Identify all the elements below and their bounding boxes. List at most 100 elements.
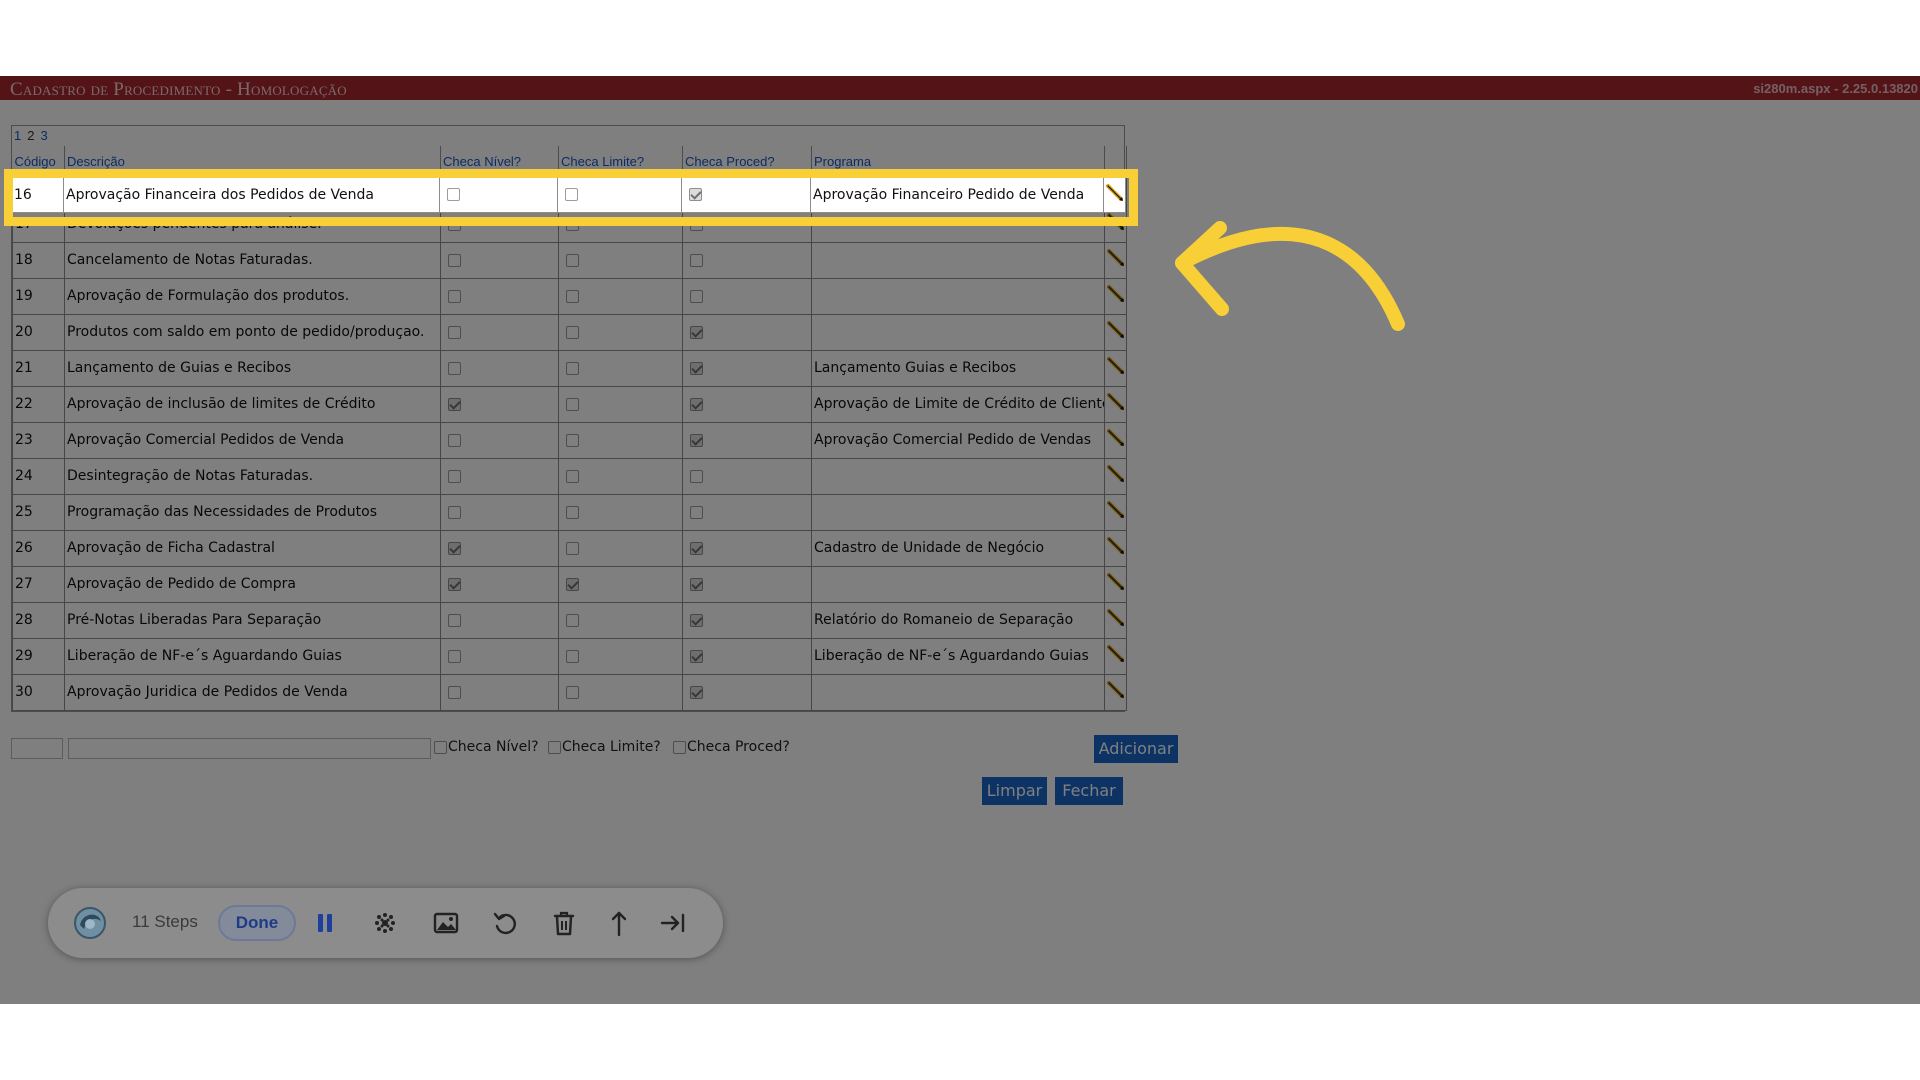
page-link-3[interactable]: 3: [40, 128, 47, 143]
table-row[interactable]: 28 Pré-Notas Liberadas Para Separação Rela…: [12, 601, 1127, 639]
table-row[interactable]: 19 Aprovação de Formulação dos produtos.: [12, 277, 1127, 315]
codigo-input[interactable]: [11, 738, 63, 759]
table-row[interactable]: 18 Cancelamento de Notas Faturadas.: [12, 241, 1127, 279]
row-checkbox[interactable]: [566, 361, 579, 375]
checa-limite-checkbox[interactable]: Checa Limite?: [548, 739, 661, 755]
table-row[interactable]: 22 Aprovação de inclusão de limites de Cr…: [12, 385, 1127, 423]
row-checkbox[interactable]: [690, 469, 703, 483]
table-row[interactable]: 27 Aprovação de Pedido de Compra: [12, 565, 1127, 603]
checkbox-box[interactable]: [548, 740, 561, 754]
row-checkbox[interactable]: [448, 649, 461, 663]
checa-nivel-checkbox[interactable]: Checa Nível?: [434, 739, 539, 755]
edit-button[interactable]: [1104, 241, 1127, 279]
row-checkbox[interactable]: [566, 649, 579, 663]
row-checkbox[interactable]: [566, 433, 579, 447]
column-checa-limite[interactable]: Checa Limite?: [558, 146, 683, 170]
column-programa[interactable]: Programa: [811, 146, 1105, 170]
edit-button[interactable]: [1104, 673, 1127, 711]
checkbox-box[interactable]: [673, 740, 686, 754]
row-checkbox[interactable]: [566, 577, 579, 591]
adicionar-button[interactable]: Adicionar: [1094, 735, 1178, 763]
row-checkbox[interactable]: [690, 253, 703, 267]
row-checkbox[interactable]: [690, 649, 703, 663]
table-row[interactable]: 20 Produtos com saldo em ponto de pedido/…: [12, 313, 1127, 351]
row-checkbox[interactable]: [448, 361, 461, 375]
table-row[interactable]: 30 Aprovação Juridica de Pedidos de Venda: [12, 673, 1127, 711]
edit-button[interactable]: [1104, 601, 1127, 639]
edit-button[interactable]: [1104, 277, 1127, 315]
column-checa-nivel[interactable]: Checa Nível?: [440, 146, 559, 170]
table-row[interactable]: 23 Aprovação Comercial Pedidos de Venda Ap…: [12, 421, 1127, 459]
fechar-button[interactable]: Fechar: [1055, 777, 1123, 805]
row-checkbox[interactable]: [690, 541, 703, 555]
edit-button[interactable]: [1104, 313, 1127, 351]
undo-icon[interactable]: [490, 908, 520, 938]
edit-button[interactable]: [1104, 529, 1127, 567]
cell-programa: Lançamento Guias e Recibos: [811, 349, 1105, 387]
done-button[interactable]: Done: [218, 905, 296, 941]
row-checkbox[interactable]: [448, 469, 461, 483]
image-icon[interactable]: [431, 908, 461, 938]
row-checkbox[interactable]: [566, 289, 579, 303]
descricao-input[interactable]: [68, 738, 431, 759]
page-link-1[interactable]: 1: [14, 128, 21, 143]
column-codigo[interactable]: Código: [12, 146, 65, 170]
trash-icon[interactable]: [549, 908, 579, 938]
row-checkbox[interactable]: [448, 325, 461, 339]
row-checkbox[interactable]: [690, 325, 703, 339]
row-checkbox[interactable]: [566, 613, 579, 627]
arrow-up-icon[interactable]: [604, 908, 634, 938]
row-checkbox[interactable]: [448, 289, 461, 303]
row-checkbox[interactable]: [566, 253, 579, 267]
row-checkbox[interactable]: [690, 613, 703, 627]
table-row[interactable]: 25 Programação das Necessidades de Produt…: [12, 493, 1127, 531]
row-checkbox[interactable]: [690, 577, 703, 591]
checa-proced-checkbox[interactable]: Checa Proced?: [673, 739, 790, 755]
table-row[interactable]: 21 Lançamento de Guias e Recibos Lançament…: [12, 349, 1127, 387]
recorder-logo-icon: [74, 907, 106, 939]
row-checkbox[interactable]: [448, 541, 461, 555]
limpar-button[interactable]: Limpar: [982, 777, 1047, 805]
row-checkbox[interactable]: [690, 433, 703, 447]
row-checkbox[interactable]: [690, 361, 703, 375]
window-title: Cadastro de Procedimento - Homologação: [10, 79, 347, 100]
row-checkbox[interactable]: [448, 685, 461, 699]
edit-button[interactable]: [1104, 493, 1127, 531]
table-row[interactable]: 29 Liberação de NF-e´s Aguardando Guias Li…: [12, 637, 1127, 675]
row-checkbox[interactable]: [448, 253, 461, 267]
row-checkbox[interactable]: [448, 613, 461, 627]
column-descricao[interactable]: Descrição: [64, 146, 441, 170]
cell-programa: [811, 313, 1105, 351]
row-checkbox[interactable]: [448, 505, 461, 519]
row-checkbox[interactable]: [566, 469, 579, 483]
row-checkbox[interactable]: [690, 685, 703, 699]
edit-button[interactable]: [1104, 421, 1127, 459]
row-checkbox[interactable]: [690, 397, 703, 411]
row-checkbox[interactable]: [448, 577, 461, 591]
table-row[interactable]: 26 Aprovação de Ficha Cadastral Cadastro d…: [12, 529, 1127, 567]
edit-button[interactable]: [1104, 637, 1127, 675]
row-checkbox[interactable]: [566, 505, 579, 519]
row-checkbox[interactable]: [690, 505, 703, 519]
row-checkbox[interactable]: [448, 397, 461, 411]
edit-button[interactable]: [1104, 457, 1127, 495]
row-checkbox[interactable]: [566, 325, 579, 339]
edit-button[interactable]: [1104, 349, 1127, 387]
cell-checa-limite: [558, 601, 683, 639]
row-checkbox[interactable]: [448, 433, 461, 447]
blur-icon[interactable]: [370, 908, 400, 938]
row-checkbox[interactable]: [690, 289, 703, 303]
edit-button[interactable]: [1104, 565, 1127, 603]
cell-checa-limite: [558, 313, 683, 351]
column-checa-proced[interactable]: Checa Proced?: [682, 146, 812, 170]
pause-icon[interactable]: [310, 908, 340, 938]
checkbox-box[interactable]: [434, 740, 447, 754]
edit-button[interactable]: [1104, 385, 1127, 423]
row-checkbox[interactable]: [566, 685, 579, 699]
skip-to-end-icon[interactable]: [658, 908, 688, 938]
row-checkbox[interactable]: [566, 541, 579, 555]
row-checkbox[interactable]: [566, 397, 579, 411]
cell-descricao: Aprovação de Formulação dos produtos.: [64, 277, 441, 315]
table-row[interactable]: 24 Desintegração de Notas Faturadas.: [12, 457, 1127, 495]
cell-programa: [811, 277, 1105, 315]
